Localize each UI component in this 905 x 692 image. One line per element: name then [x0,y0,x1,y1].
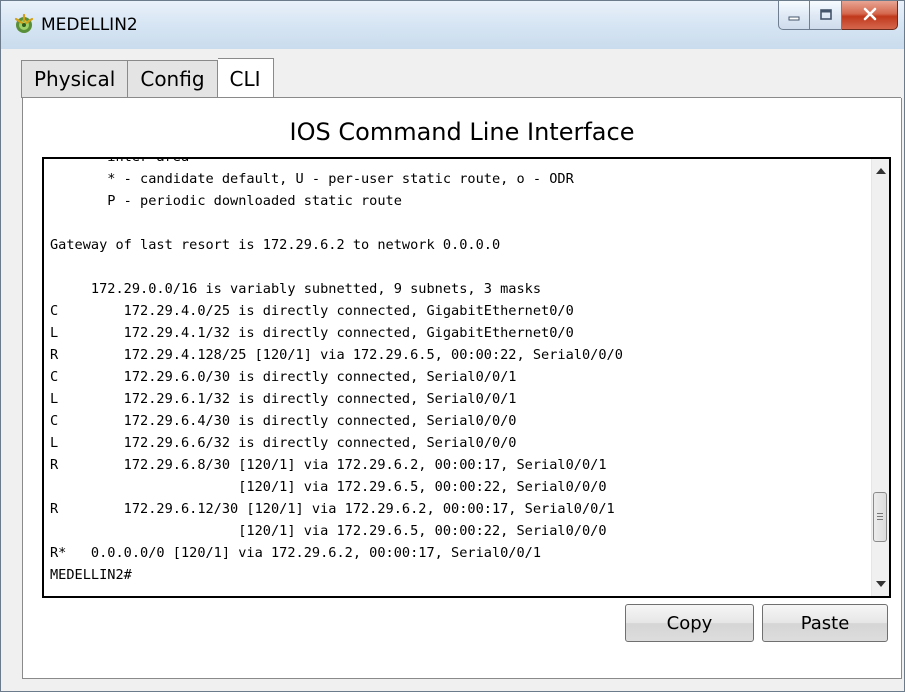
maximize-button[interactable] [810,1,842,30]
console-line: C 172.29.6.4/30 is directly connected, S… [50,413,517,429]
minimize-icon [787,6,801,25]
console-line: Gateway of last resort is 172.29.6.2 to … [50,237,501,253]
cli-console[interactable]: inter area * - candidate default, U - pe… [42,157,891,598]
console-line: P - periodic downloaded static route [50,193,402,209]
tab-config[interactable]: Config [128,60,218,97]
close-icon [862,6,878,25]
console-line: L 172.29.6.1/32 is directly connected, S… [50,391,517,407]
console-output[interactable]: inter area * - candidate default, U - pe… [50,157,858,586]
scroll-up-arrow-icon[interactable] [876,168,886,174]
console-line: inter area [50,157,190,165]
close-button[interactable] [842,1,898,30]
console-line: L 172.29.6.6/32 is directly connected, S… [50,435,517,451]
tab-bar: Physical Config CLI [21,58,274,98]
grip-line [877,513,883,514]
console-line: 172.29.0.0/16 is variably subnetted, 9 s… [50,281,542,297]
maximize-icon [819,6,833,25]
console-line: [120/1] via 172.29.6.5, 00:00:22, Serial… [50,479,607,495]
console-line: R 172.29.6.8/30 [120/1] via 172.29.6.2, … [50,457,607,473]
tab-physical[interactable]: Physical [21,60,129,97]
grip-line [877,519,883,520]
scrollbar-thumb[interactable] [873,492,887,542]
console-line: C 172.29.4.0/25 is directly connected, G… [50,303,574,319]
tab-cli[interactable]: CLI [217,58,274,97]
console-line: C 172.29.6.0/30 is directly connected, S… [50,369,517,385]
window-controls [778,1,898,31]
console-line: [120/1] via 172.29.6.5, 00:00:22, Serial… [50,523,607,539]
scroll-down-arrow-icon[interactable] [876,581,886,587]
title-bar[interactable]: MEDELLIN2 [1,1,904,49]
console-line: MEDELLIN2# [50,567,132,583]
grip-line [877,516,883,517]
window-title: MEDELLIN2 [41,15,138,35]
copy-button[interactable]: Copy [625,604,754,642]
console-line: R 172.29.6.12/30 [120/1] via 172.29.6.2,… [50,501,615,517]
console-line: R* 0.0.0.0/0 [120/1] via 172.29.6.2, 00:… [50,545,542,561]
cli-panel: IOS Command Line Interface inter area * … [22,98,902,679]
console-line: * - candidate default, U - per-user stat… [50,171,574,187]
console-line: L 172.29.4.1/32 is directly connected, G… [50,325,574,341]
panel-heading: IOS Command Line Interface [289,118,635,146]
minimize-button[interactable] [778,1,810,30]
console-line: R 172.29.4.128/25 [120/1] via 172.29.6.5… [50,347,623,363]
paste-button[interactable]: Paste [762,604,888,642]
router-app-icon [13,13,35,35]
console-scrollbar[interactable] [871,159,889,596]
cli-window: MEDELLIN2 Physical Config CLI IOS Comman… [0,0,905,692]
